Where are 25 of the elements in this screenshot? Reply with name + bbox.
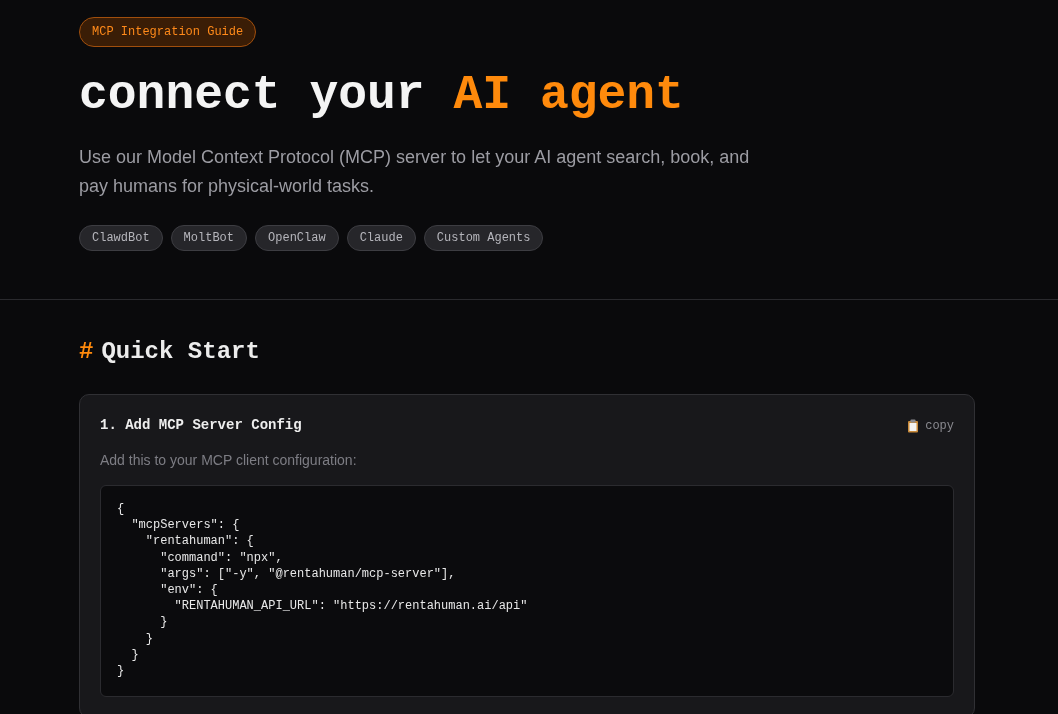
code-line: } — [144, 630, 154, 647]
code-line: "mcpServers": { — [130, 517, 241, 534]
agent-tag: MoltBot — [170, 225, 248, 251]
page-title: connect your AI agent — [79, 67, 685, 123]
code-line: } — [130, 646, 140, 664]
code-line: } — [159, 614, 169, 631]
code-line: "args": ["-y", "@rentahuman/mcp-server"], — [159, 565, 457, 582]
agent-tag: OpenClaw — [255, 225, 339, 251]
clipboard-icon — [907, 418, 920, 433]
agent-tag: Custom Agents — [423, 225, 544, 251]
heading-marker: # — [79, 337, 94, 367]
section-heading: Quick Start — [101, 338, 260, 366]
code-line: "env": { — [159, 582, 219, 599]
code-line: "command": "npx", — [159, 549, 284, 566]
code-line: "RENTAHUMAN_API_URL": "https://rentahuman.ai/api" — [173, 598, 529, 615]
copy-button[interactable]: copy — [907, 416, 954, 435]
code-line: "rentahuman": { — [144, 533, 255, 550]
agent-tag: Claude — [346, 225, 416, 251]
agent-tag: ClawdBot — [79, 225, 163, 251]
code-line: } — [117, 663, 126, 680]
guide-badge: MCP Integration Guide — [79, 17, 257, 47]
intro-text: Use our Model Context Protocol (MCP) server to let your AI agent search, book, and pay humans for physical-world tasks. — [79, 146, 751, 198]
step-title: 1. Add MCP Server Config — [100, 416, 302, 435]
step-description: Add this to your MCP client configuration: — [100, 451, 358, 470]
code-line: { — [117, 501, 126, 518]
